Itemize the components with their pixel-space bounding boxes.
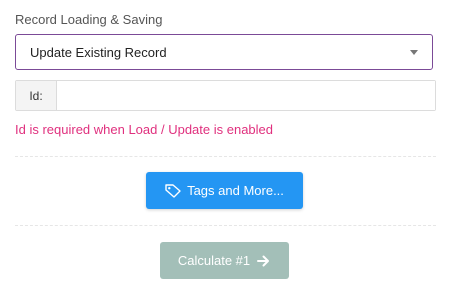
divider — [15, 156, 436, 157]
tag-icon — [165, 183, 183, 199]
form-panel: Record Loading & Saving Update Existing … — [0, 0, 452, 293]
id-input[interactable] — [57, 81, 435, 110]
calculate-button-label: Calculate #1 — [177, 253, 251, 268]
record-mode-value: Update Existing Record — [30, 44, 167, 60]
record-mode-select[interactable]: Update Existing Record — [15, 34, 433, 70]
calculate-button[interactable]: Calculate #1 — [160, 242, 289, 279]
id-error-message: Id is required when Load / Update is ena… — [15, 122, 274, 137]
tags-button-label: Tags and More... — [187, 183, 284, 198]
id-input-group: Id: — [15, 80, 436, 111]
arrow-right-icon — [257, 254, 271, 268]
divider — [15, 225, 436, 226]
id-addon-label: Id: — [16, 81, 57, 110]
section-title: Record Loading & Saving — [15, 12, 163, 27]
tags-and-more-button[interactable]: Tags and More... — [146, 172, 303, 209]
chevron-down-icon — [410, 50, 418, 55]
